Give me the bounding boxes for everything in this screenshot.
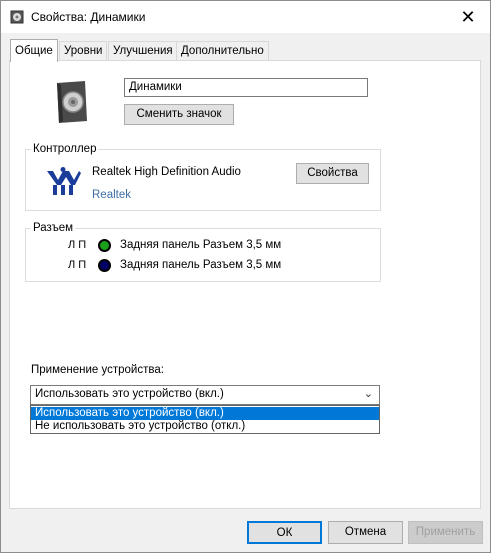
change-icon-button[interactable]: Сменить значок	[124, 104, 234, 125]
speaker-icon	[10, 10, 24, 24]
close-button[interactable]: ✕	[446, 1, 490, 33]
cancel-button[interactable]: Отмена	[328, 521, 403, 544]
window-title: Свойства: Динамики	[31, 10, 146, 24]
tab-general[interactable]: Общие	[10, 39, 58, 62]
chevron-down-icon: ⌄	[363, 388, 373, 400]
jack-group-label: Разъем	[31, 222, 76, 234]
properties-dialog: Свойства: Динамики ✕ Общие Уровни Улучше…	[0, 0, 491, 553]
device-usage-dropdown: Использовать это устройство (вкл.) Не ис…	[30, 405, 380, 434]
title-bar[interactable]: Свойства: Динамики ✕	[1, 1, 490, 33]
device-name-input[interactable]: Динамики	[124, 78, 368, 97]
device-usage-label: Применение устройства:	[31, 364, 164, 376]
jack-label: Задняя панель Разъем 3,5 мм	[120, 239, 282, 251]
controller-properties-button[interactable]: Свойства	[296, 163, 369, 184]
jack-label: Задняя панель Разъем 3,5 мм	[120, 259, 282, 271]
ok-button[interactable]: ОК	[247, 521, 322, 544]
tab-panel	[9, 60, 481, 509]
apply-button[interactable]: Применить	[408, 521, 483, 544]
device-usage-select[interactable]: Использовать это устройство (вкл.) ⌄	[30, 385, 380, 405]
jack-channels: Л П	[68, 239, 87, 251]
jack-green-icon	[98, 239, 111, 252]
jack-channels: Л П	[68, 259, 87, 271]
jack-blue-icon	[98, 259, 111, 272]
usage-option-enable[interactable]: Использовать это устройство (вкл.)	[31, 407, 379, 420]
realtek-logo-icon	[47, 167, 81, 195]
controller-vendor-link[interactable]: Realtek	[92, 189, 131, 201]
usage-option-disable[interactable]: Не использовать это устройство (откл.)	[31, 420, 379, 433]
tab-advanced[interactable]: Дополнительно	[176, 41, 269, 61]
speaker-device-icon	[57, 81, 87, 123]
close-icon: ✕	[460, 7, 476, 27]
tab-enhancements[interactable]: Улучшения	[108, 41, 178, 61]
jack-group	[25, 228, 381, 282]
tab-levels[interactable]: Уровни	[59, 41, 108, 61]
controller-name: Realtek High Definition Audio	[92, 166, 241, 178]
controller-group-label: Контроллер	[31, 143, 99, 155]
device-usage-selected: Использовать это устройство (вкл.)	[35, 388, 224, 400]
